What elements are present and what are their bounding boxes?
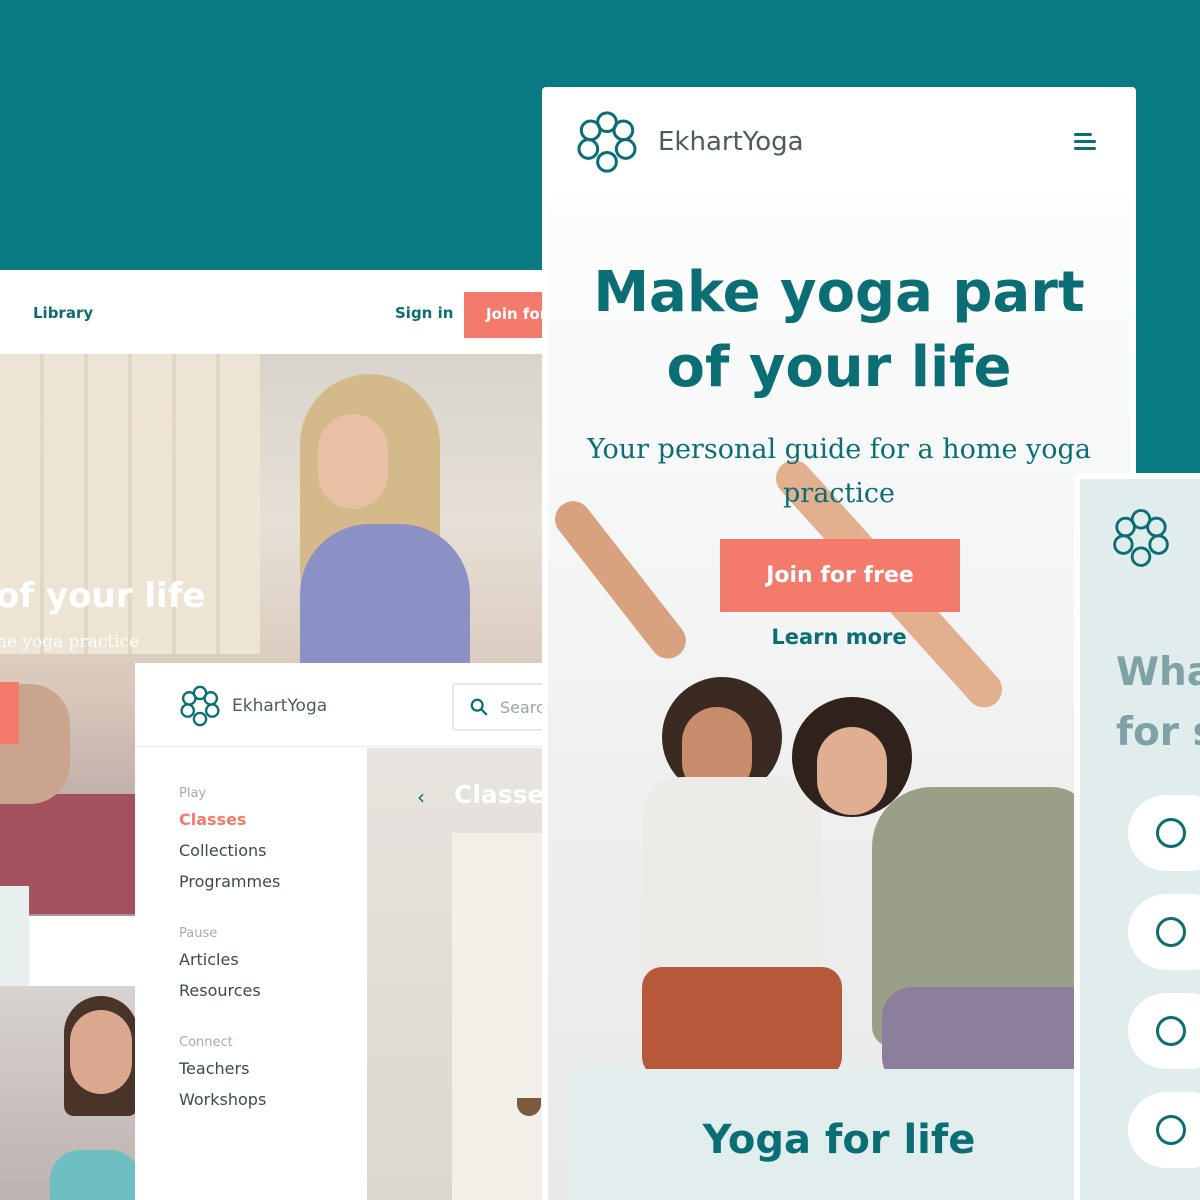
radio-circle-icon[interactable] [1156,1115,1186,1145]
sidebar-item-programmes[interactable]: Programmes [179,872,280,891]
desktop-hero-subtitle: ne yoga practice [0,632,140,652]
yoga-for-life-heading: Yoga for life [702,1117,976,1163]
sidebar-item-classes[interactable]: Classes [179,810,246,829]
sidebar-item-teachers[interactable]: Teachers [179,1059,249,1078]
search-placeholder: Searc [500,698,545,717]
sidebar-section-pause: Pause [179,926,218,941]
quiz-question-line-2: for s [1116,710,1200,755]
radio-circle-icon[interactable] [1156,1016,1186,1046]
classes-header: EkhartYoga Searc [135,663,555,747]
meditation-woman-body [50,1150,140,1200]
sidebar-item-workshops[interactable]: Workshops [179,1090,266,1109]
quiz-option[interactable] [1128,894,1200,970]
chevron-left-icon[interactable]: ‹ [417,785,425,809]
ekhart-logo-icon[interactable] [177,683,223,729]
nav-library-link[interactable]: Library [33,304,93,322]
meditation-woman-face [70,1010,132,1094]
hero-title-line-2: of your life [666,335,1012,400]
man-shorts [642,967,842,1077]
quiz-question: Wha for s [1116,643,1200,763]
quiz-option[interactable] [1128,993,1200,1069]
class-card-image[interactable] [452,833,555,1200]
learn-more-link[interactable]: Learn more [542,625,1136,649]
onboarding-quiz: Wha for s [1074,473,1200,1200]
hamburger-menu-icon[interactable] [1074,133,1096,151]
desktop-lower-tile [0,886,29,986]
ekhart-logo-icon[interactable] [572,105,642,179]
search-input[interactable]: Searc [452,683,555,731]
desktop-header: Library Sign in Join for [0,270,560,354]
join-for-free-button[interactable]: Join for free [720,539,960,612]
sidebar-item-resources[interactable]: Resources [179,981,261,1000]
quiz-question-line-1: Wha [1116,650,1200,695]
ekhart-logo-icon[interactable] [1108,503,1174,573]
radio-circle-icon[interactable] [1156,917,1186,947]
hero-title-line-1: Make yoga part [593,260,1085,325]
sidebar-item-articles[interactable]: Articles [179,950,239,969]
classes-title: Classes [454,780,555,809]
quiz-option[interactable] [1128,795,1200,871]
classes-page: EkhartYoga Searc Play Classes Collection… [135,663,555,1200]
mobile-homepage: EkhartYoga Make yoga part of your life Y… [542,87,1136,1200]
hero-subtitle-line-2: practice [783,478,895,509]
quiz-option[interactable] [1128,1092,1200,1168]
hero-subtitle: Your personal guide for a home yoga prac… [582,428,1096,516]
sidebar-section-play: Play [179,786,207,801]
sign-in-link[interactable]: Sign in [395,304,453,322]
brand-name: EkhartYoga [658,127,804,157]
sidebar: Play Classes Collections Programmes Paus… [135,748,367,1200]
sidebar-section-connect: Connect [179,1035,233,1050]
brand-name: EkhartYoga [232,696,328,716]
radio-circle-icon[interactable] [1156,818,1186,848]
search-icon [470,698,488,716]
desktop-hero-title: of your life [0,576,206,616]
desktop-hero-cta-button[interactable] [0,682,19,744]
woman-face [817,727,887,815]
sidebar-item-collections[interactable]: Collections [179,841,266,860]
hero-woman-face [318,414,388,509]
hero-subtitle-line-1: Your personal guide for a home yoga [587,434,1091,465]
classes-content-area [367,748,555,1200]
hero-title: Make yoga part of your life [542,255,1136,405]
